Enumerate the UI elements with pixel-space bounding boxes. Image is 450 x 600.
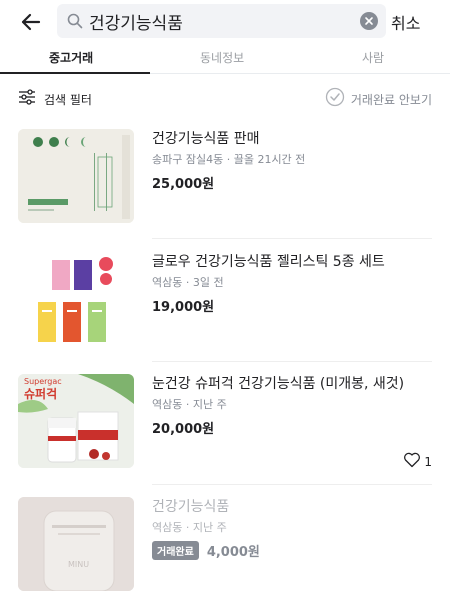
svg-text:MINU: MINU xyxy=(68,560,89,569)
filter-row: 검색 필터 거래완료 안보기 xyxy=(0,84,450,114)
item-price: 25,000원 xyxy=(152,177,215,192)
top-bar: 취소 xyxy=(0,0,450,44)
clear-search-icon[interactable] xyxy=(360,12,378,30)
sold-status-badge: 거래완료 xyxy=(152,541,199,560)
divider xyxy=(152,361,432,362)
item-thumbnail xyxy=(18,129,134,223)
check-circle-icon xyxy=(325,87,345,111)
list-item[interactable]: 글로우 건강기능식품 젤리스틱 5종 세트 역삼동 · 3일 전 19,000원 xyxy=(18,252,432,348)
svg-text:Supergac: Supergac xyxy=(24,377,62,386)
search-input[interactable] xyxy=(89,4,351,38)
item-title: 건강기능식품 xyxy=(152,499,230,515)
list-item[interactable]: 건강기능식품 판매 송파구 잠실4동 · 끌올 21시간 전 25,000원 xyxy=(18,129,432,225)
filter-sliders-icon xyxy=(18,89,36,109)
item-title: 건강기능식품 판매 xyxy=(152,131,260,147)
search-icon xyxy=(67,13,83,29)
cancel-button[interactable]: 취소 xyxy=(391,10,420,34)
item-thumbnail: MINU xyxy=(18,497,134,591)
item-info: 눈건강 슈퍼걱 건강기능식품 (미개봉, 새것) 역삼동 · 지난 주 20,0… xyxy=(152,374,432,437)
hide-sold-toggle[interactable]: 거래완료 안보기 xyxy=(325,87,432,111)
item-price: 19,000원 xyxy=(152,300,215,315)
item-price: 20,000원 xyxy=(152,422,215,437)
tab-local-info[interactable]: 동네정보 xyxy=(200,49,244,66)
like-count: 1 xyxy=(424,455,432,469)
item-title: 글로우 건강기능식품 젤리스틱 5종 세트 xyxy=(152,254,385,270)
svg-text:슈퍼걱: 슈퍼걱 xyxy=(24,386,57,401)
item-info: 건강기능식품 판매 송파구 잠실4동 · 끌올 21시간 전 25,000원 xyxy=(152,129,432,192)
item-meta: 역삼동 · 3일 전 xyxy=(152,276,224,289)
search-tabs: 중고거래 동네정보 사람 xyxy=(0,44,450,74)
divider xyxy=(152,238,432,239)
search-filter-button[interactable]: 검색 필터 xyxy=(18,89,92,109)
like-counter: 1 xyxy=(403,452,432,472)
item-meta: 역삼동 · 지난 주 xyxy=(152,521,227,534)
item-meta: 역삼동 · 지난 주 xyxy=(152,398,227,411)
item-info: 글로우 건강기능식품 젤리스틱 5종 세트 역삼동 · 3일 전 19,000원 xyxy=(152,252,432,315)
list-item[interactable]: Supergac 슈퍼걱 눈건강 슈퍼걱 건강기능식품 (미개봉, 새것) 역삼… xyxy=(18,374,432,470)
back-arrow-icon[interactable] xyxy=(18,9,44,35)
active-tab-indicator xyxy=(0,72,150,74)
search-box[interactable] xyxy=(57,4,386,38)
sold-price-row: 거래완료 4,000원 xyxy=(152,541,432,560)
heart-icon xyxy=(403,452,421,472)
item-thumbnail xyxy=(18,252,134,346)
item-meta: 송파구 잠실4동 · 끌올 21시간 전 xyxy=(152,153,306,166)
tab-secondhand[interactable]: 중고거래 xyxy=(49,49,93,66)
item-price: 4,000원 xyxy=(206,545,260,560)
search-filter-label: 검색 필터 xyxy=(44,92,92,107)
list-item[interactable]: MINU 건강기능식품 역삼동 · 지난 주 거래완료 4,000원 xyxy=(18,497,432,593)
tab-people[interactable]: 사람 xyxy=(362,49,384,66)
hide-sold-label: 거래완료 안보기 xyxy=(350,92,432,107)
item-thumbnail: Supergac 슈퍼걱 xyxy=(18,374,134,468)
divider xyxy=(152,484,432,485)
item-info: 건강기능식품 역삼동 · 지난 주 거래완료 4,000원 xyxy=(152,497,432,560)
item-title: 눈건강 슈퍼걱 건강기능식품 (미개봉, 새것) xyxy=(152,376,405,392)
